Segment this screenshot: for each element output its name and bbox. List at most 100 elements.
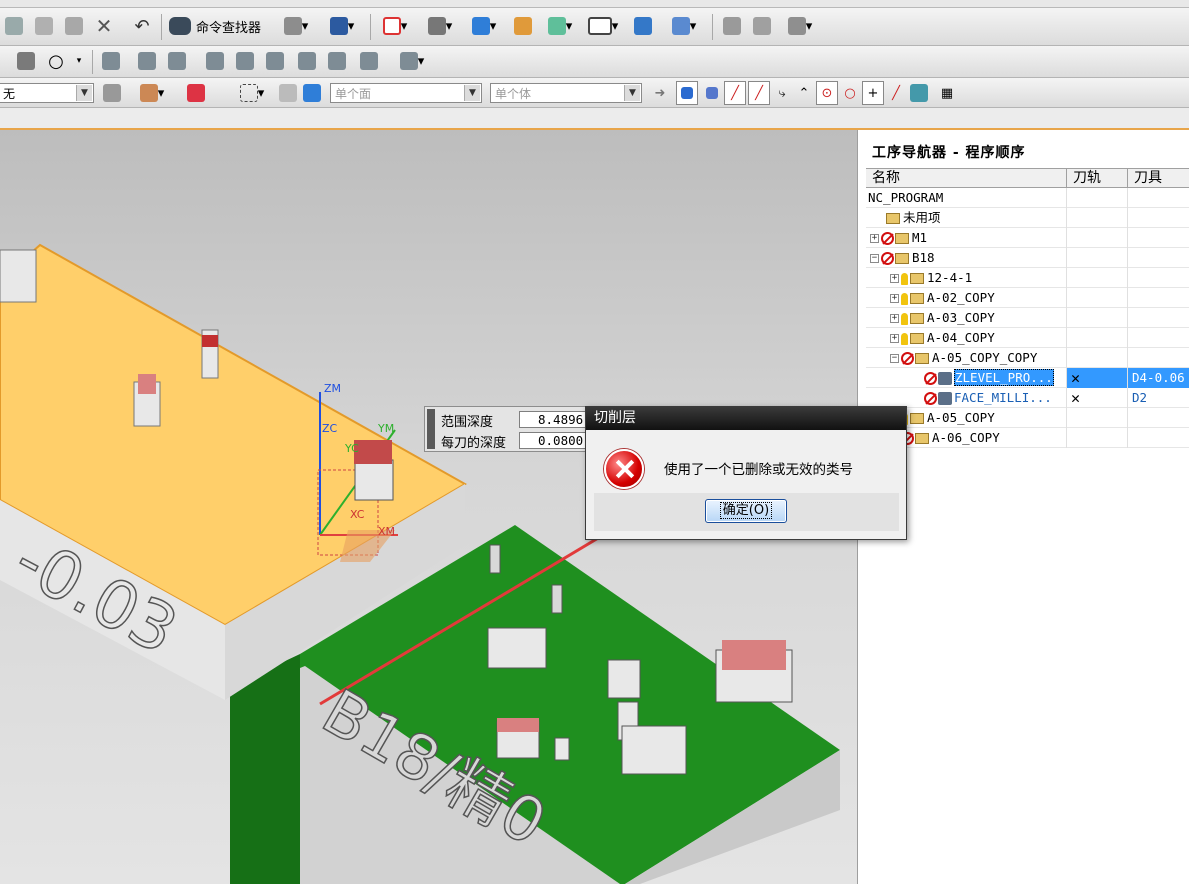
gear-icon[interactable]: [720, 14, 744, 38]
grid-icon[interactable]: ▦: [936, 81, 958, 105]
box-select-icon[interactable]: ▾: [234, 81, 270, 105]
type-filter-dropdown[interactable]: 无 ▼: [0, 83, 94, 103]
dropdown-arrow-icon[interactable]: ▾: [72, 49, 86, 73]
center-icon[interactable]: ⊙: [816, 81, 838, 105]
folder-icon: [910, 313, 924, 324]
midpoint-icon[interactable]: ╱: [748, 81, 770, 105]
op-icon-6[interactable]: [294, 49, 320, 73]
snap-point-icon[interactable]: [676, 81, 698, 105]
curve-icon[interactable]: ⤷: [772, 81, 792, 105]
orient-icon[interactable]: [508, 14, 538, 38]
column-toolpath[interactable]: 刀轨: [1067, 169, 1128, 188]
list-item[interactable]: − A-05_COPY_COPY: [866, 348, 1189, 368]
cube-small-icon[interactable]: [302, 81, 322, 105]
satellite-icon[interactable]: [14, 49, 38, 73]
depth-per-cut-field[interactable]: 0.0800: [519, 432, 595, 449]
zm-label: ZM: [324, 382, 341, 395]
list-item[interactable]: + A-02_COPY: [866, 288, 1189, 308]
paste-icon[interactable]: [62, 14, 86, 38]
expand-icon[interactable]: +: [890, 294, 899, 303]
plus-point-icon[interactable]: +: [862, 81, 884, 105]
list-item[interactable]: NC_PROGRAM: [866, 188, 1189, 208]
list-item[interactable]: +12-4-1: [866, 268, 1189, 288]
cut-icon[interactable]: [2, 14, 26, 38]
folder-icon: [895, 253, 909, 264]
circle-icon[interactable]: ○: [44, 49, 68, 73]
navigator-title: 工序导航器 - 程序顺序: [872, 145, 1026, 161]
info-gray-icon[interactable]: [98, 49, 124, 73]
column-name[interactable]: 名称: [866, 169, 1067, 188]
command-finder-label: 命令查找器: [196, 20, 262, 36]
op-icon-4[interactable]: [232, 49, 258, 73]
panel-grip[interactable]: [427, 409, 435, 449]
background-icon[interactable]: ▾: [582, 14, 624, 38]
range-depth-field[interactable]: 8.4896: [519, 411, 595, 428]
list-item[interactable]: + A-04_COPY: [866, 328, 1189, 348]
eye-icon[interactable]: [908, 81, 930, 105]
dialog-title: 切削层: [586, 407, 906, 430]
snap-star-icon[interactable]: [702, 81, 722, 105]
folder-icon: [915, 433, 929, 444]
expand-icon[interactable]: +: [890, 334, 899, 343]
quadrant-icon[interactable]: ○: [840, 81, 860, 105]
connector-5: [621, 725, 687, 775]
list-item[interactable]: − B18: [866, 248, 1189, 268]
dialog-message: 使用了一个已删除或无效的类号: [664, 462, 853, 478]
render-style-icon[interactable]: ▾: [420, 14, 460, 38]
calculator-icon[interactable]: ▾: [780, 14, 820, 38]
sheet-icon[interactable]: ▾: [276, 14, 316, 38]
endpoint-icon[interactable]: ╱: [724, 81, 746, 105]
tool-icon[interactable]: [750, 14, 774, 38]
expand-icon[interactable]: +: [870, 234, 879, 243]
collapse-icon[interactable]: −: [890, 354, 899, 363]
menu-bar: [0, 0, 1189, 8]
op-icon-3[interactable]: [202, 49, 228, 73]
collapse-icon[interactable]: −: [870, 254, 879, 263]
column-tool[interactable]: 刀具: [1128, 169, 1189, 188]
intersection-icon[interactable]: ⌃: [794, 81, 814, 105]
filter-icon[interactable]: ▾: [132, 81, 172, 105]
op-icon-8[interactable]: [356, 49, 382, 73]
expand-icon[interactable]: +: [890, 314, 899, 323]
selection-icon[interactable]: [100, 81, 124, 105]
body-filter-dropdown[interactable]: 单个体 ▼: [490, 83, 642, 103]
info-icon[interactable]: ▾: [322, 14, 362, 38]
list-item[interactable]: + M1: [866, 228, 1189, 248]
expand-icon[interactable]: +: [890, 274, 899, 283]
op-icon-5[interactable]: [262, 49, 288, 73]
component-red: [202, 335, 218, 347]
wcs-icon[interactable]: [628, 14, 658, 38]
depth-per-cut-label: 每刀的深度: [441, 436, 507, 451]
face-filter-dropdown[interactable]: 单个面 ▼: [330, 83, 482, 103]
undo-icon[interactable]: ↶: [130, 14, 154, 38]
fit-view-icon[interactable]: ▾: [378, 14, 412, 38]
list-item[interactable]: 未用项: [866, 208, 1189, 228]
line-snap-icon[interactable]: ╱: [886, 81, 906, 105]
list-item[interactable]: ZLEVEL_PRO... ✕ D4-0.06: [866, 368, 1189, 388]
toolbar-row-1: ✕ ↶ 命令查找器 ▾ ▾ ▾ ▾ ▾ ▾ ▾ ▾ ▾: [0, 8, 1189, 46]
connector-3-pins: [497, 718, 539, 732]
snap-icon[interactable]: [184, 81, 208, 105]
chevron-down-icon: ▼: [76, 85, 92, 101]
section-icon[interactable]: ▾: [540, 14, 580, 38]
folder-icon: [910, 413, 924, 424]
folder-icon: [910, 333, 924, 344]
list-item[interactable]: FACE_MILLI... ✕ D2: [866, 388, 1189, 408]
op-icon-2[interactable]: [164, 49, 190, 73]
list-item[interactable]: +A-05_COPY: [866, 408, 1189, 428]
op-icon-7[interactable]: [324, 49, 350, 73]
op-icon-1[interactable]: [134, 49, 160, 73]
arrow-right-icon[interactable]: ➜: [650, 81, 670, 105]
layer-icon[interactable]: ▾: [664, 14, 704, 38]
op-icon-9[interactable]: ▾: [392, 49, 432, 73]
delete-icon[interactable]: ✕: [92, 14, 116, 38]
command-finder-button[interactable]: 命令查找器: [168, 14, 272, 38]
copy-icon[interactable]: [32, 14, 56, 38]
shaded-cube-icon[interactable]: ▾: [464, 14, 504, 38]
list-item[interactable]: +A-06_COPY: [866, 428, 1189, 448]
list-item[interactable]: + A-03_COPY: [866, 308, 1189, 328]
ok-button[interactable]: 确定(O): [705, 499, 787, 523]
no-icon: [881, 252, 894, 265]
ym-label: YM: [377, 422, 394, 435]
eraser-icon[interactable]: [278, 81, 298, 105]
